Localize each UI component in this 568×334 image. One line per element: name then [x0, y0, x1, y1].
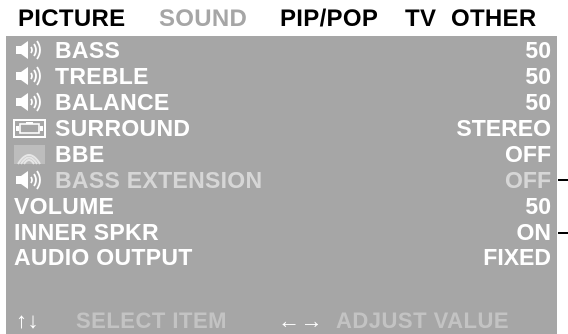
- bass-extension-value: OFF: [505, 167, 551, 193]
- up-down-arrows-icon: ↑↓: [16, 308, 39, 333]
- menu-item-inner-spkr[interactable]: INNER SPKR ON: [6, 219, 557, 245]
- inner-spkr-value: ON: [516, 219, 552, 245]
- menu-item-bass-extension[interactable]: BASS EXTENSION OFF: [6, 167, 557, 193]
- speaker-icon: [16, 40, 41, 60]
- menu-tabs: PICTURE SOUND PIP/POP TV OTHER: [0, 0, 568, 36]
- audio-output-value: FIXED: [483, 244, 551, 270]
- tab-sound[interactable]: SOUND: [159, 5, 247, 33]
- tv-osd-menu: PICTURE SOUND PIP/POP TV OTHER BASS 50 T…: [0, 0, 568, 334]
- menu-item-volume[interactable]: VOLUME 50: [6, 193, 557, 219]
- volume-label: VOLUME: [14, 193, 115, 219]
- volume-value: 50: [525, 193, 551, 219]
- bass-value: 50: [525, 37, 551, 63]
- tab-other[interactable]: OTHER: [451, 5, 537, 33]
- bbe-icon: [14, 145, 45, 165]
- inner-spkr-label: INNER SPKR: [14, 219, 159, 245]
- bass-label: BASS: [55, 37, 121, 63]
- speaker-icon: [16, 92, 41, 112]
- menu-item-bbe[interactable]: BBE OFF: [6, 141, 557, 167]
- tab-tv[interactable]: TV: [405, 5, 436, 33]
- menu-item-treble[interactable]: TREBLE 50: [6, 63, 557, 89]
- adjust-value-hint: ADJUST VALUE: [336, 308, 510, 333]
- bbe-label: BBE: [55, 141, 105, 167]
- menu-item-balance[interactable]: BALANCE 50: [6, 89, 557, 115]
- surround-icon: [13, 119, 46, 138]
- edge-tick-mark: [558, 232, 568, 234]
- bass-extension-label: BASS EXTENSION: [55, 167, 263, 193]
- surround-value: STEREO: [456, 115, 551, 141]
- menu-item-bass[interactable]: BASS 50: [6, 37, 557, 63]
- tab-pip-pop[interactable]: PIP/POP: [280, 5, 378, 33]
- menu-item-audio-output[interactable]: AUDIO OUTPUT FIXED: [6, 244, 557, 270]
- treble-label: TREBLE: [55, 63, 149, 89]
- edge-tick-mark: [558, 179, 568, 181]
- speaker-icon: [16, 170, 41, 190]
- speaker-icon: [16, 66, 41, 86]
- balance-value: 50: [525, 89, 551, 115]
- treble-value: 50: [525, 63, 551, 89]
- surround-label: SURROUND: [55, 115, 191, 141]
- left-right-arrows-icon: ←→: [278, 308, 323, 333]
- select-item-hint: SELECT ITEM: [76, 308, 227, 333]
- audio-output-label: AUDIO OUTPUT: [14, 244, 193, 270]
- sound-settings-panel: BASS 50 TREBLE 50 BALANCE 50 SURROUND ST…: [6, 36, 557, 307]
- tab-picture[interactable]: PICTURE: [18, 5, 125, 33]
- balance-label: BALANCE: [55, 89, 170, 115]
- menu-item-surround[interactable]: SURROUND STEREO: [6, 115, 557, 141]
- help-bar: ↑↓ SELECT ITEM ←→ ADJUST VALUE: [6, 307, 557, 334]
- bbe-value: OFF: [505, 141, 551, 167]
